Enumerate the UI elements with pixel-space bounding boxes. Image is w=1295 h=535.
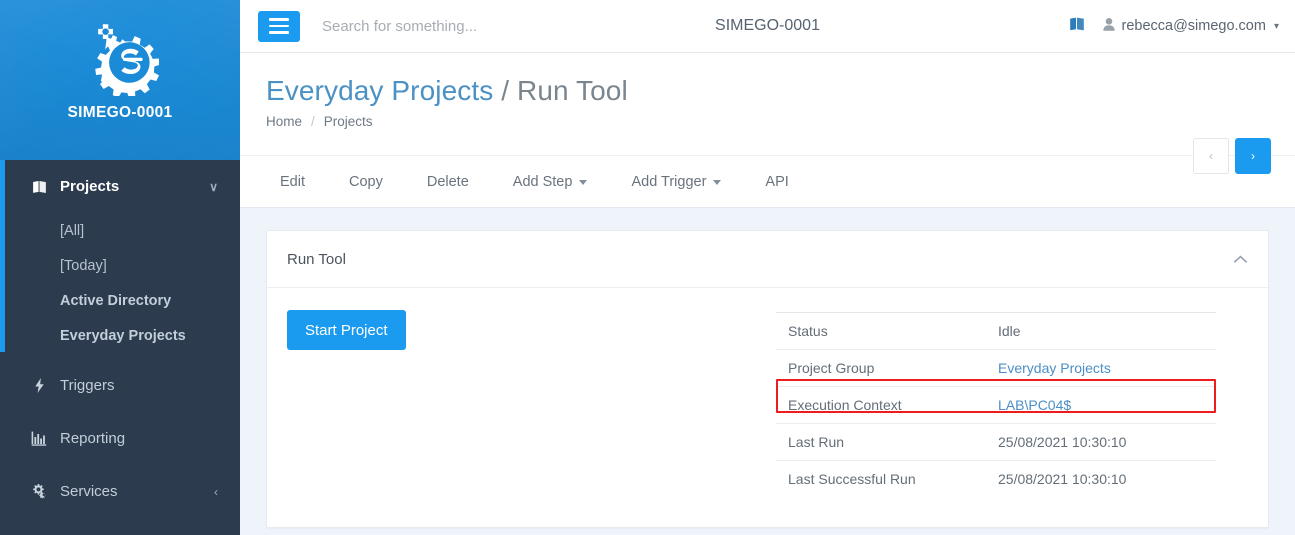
page-title: Everyday Projects / Run Tool (266, 75, 1269, 107)
toolbar-item-label: Copy (349, 173, 383, 190)
bolt-icon (28, 378, 50, 393)
app-root: SIMEGO-0001 Projects ∨ [All] [Today] Act… (0, 0, 1295, 535)
breadcrumb: Home / Projects (266, 114, 1269, 129)
sidebar-item-label: Services (60, 483, 118, 500)
row-key: Last Run (776, 423, 986, 461)
breadcrumb-home[interactable]: Home (266, 114, 302, 129)
chevron-up-icon[interactable] (1233, 252, 1248, 266)
sidebar-subitem-label: [Today] (60, 257, 107, 274)
toolbar-item-add-trigger[interactable]: Add Trigger (609, 155, 743, 208)
page-title-rest: / Run Tool (501, 75, 628, 106)
sidebar-item-services[interactable]: Services ‹ (0, 465, 240, 518)
run-tool-panel: Run Tool Start Project Status Idle Proje… (266, 230, 1269, 528)
search-input[interactable] (322, 17, 622, 35)
detail-table: Status Idle Project Group Everyday Proje… (776, 312, 1216, 497)
toolbar-item-copy[interactable]: Copy (327, 155, 405, 208)
panel-header: Run Tool (267, 231, 1268, 288)
row-value: 25/08/2021 10:30:10 (986, 423, 1216, 461)
table-row: Status Idle (776, 312, 1216, 350)
sidebar-subitem-everyday-projects[interactable]: Everyday Projects (0, 318, 240, 353)
gears-icon (28, 484, 50, 499)
sidebar-item-label: Reporting (60, 430, 126, 447)
table-row: Execution Context LAB\PC04$ (776, 386, 1216, 424)
chevron-down-icon (713, 180, 722, 185)
sidebar-subitem-active-directory[interactable]: Active Directory (0, 283, 240, 318)
row-key: Project Group (776, 349, 986, 387)
toolbar-item-add-step[interactable]: Add Step (491, 155, 610, 208)
toolbar-item-label: API (765, 173, 789, 190)
sidebar-subnav: [All] [Today] Active Directory Everyday … (0, 213, 240, 359)
sidebar-item-triggers[interactable]: Triggers (0, 359, 240, 412)
topbar-right: rebecca@simego.com ▾ (1069, 17, 1279, 35)
sidebar-item-label: Triggers (60, 377, 115, 394)
sidebar-subitem-label: [All] (60, 222, 85, 239)
user-email: rebecca@simego.com (1121, 18, 1266, 34)
chevron-down-icon (579, 180, 588, 185)
toolbar-item-label: Delete (426, 173, 469, 190)
toolbar-item-delete[interactable]: Delete (405, 155, 491, 208)
row-value: 25/08/2021 10:30:10 (986, 460, 1216, 497)
panel-body: Start Project Status Idle Project Group (267, 288, 1268, 527)
user-menu[interactable]: rebecca@simego.com ▾ (1103, 18, 1279, 34)
bar-chart-icon (28, 431, 50, 446)
toolbar-item-label: Add Trigger (631, 173, 707, 190)
detail-table-wrap: Status Idle Project Group Everyday Proje… (776, 312, 1216, 497)
sidebar-item-label: Projects (60, 178, 120, 195)
row-key: Last Successful Run (776, 460, 986, 497)
gear-logo-icon (95, 24, 159, 96)
content-area: Run Tool Start Project Status Idle Proje… (240, 208, 1295, 535)
page-nav-buttons: ‹ › (1193, 138, 1271, 174)
chevron-down-icon: ∨ (209, 179, 218, 194)
previous-button[interactable]: ‹ (1193, 138, 1229, 174)
sidebar-item-projects[interactable]: Projects ∨ (0, 160, 240, 213)
row-key: Execution Context (776, 386, 986, 424)
breadcrumb-projects[interactable]: Projects (324, 114, 373, 129)
sidebar-subitem-label: Active Directory (60, 292, 172, 309)
breadcrumb-separator: / (311, 114, 315, 130)
toolbar-item-label: Edit (280, 173, 305, 190)
toolbar-item-edit[interactable]: Edit (258, 155, 327, 208)
toolbar-item-label: Add Step (512, 173, 573, 190)
sidebar-subitem-today[interactable]: [Today] (0, 248, 240, 283)
main-region: SIMEGO-0001 rebecca@simego.com (240, 0, 1295, 535)
brand-header: SIMEGO-0001 (0, 0, 240, 160)
hamburger-icon[interactable] (258, 10, 300, 42)
action-toolbar: Edit Copy Delete Add Step Add Trigger AP… (240, 155, 1295, 208)
panel-title: Run Tool (287, 250, 346, 268)
row-value: Idle (986, 312, 1216, 350)
chevron-down-icon: ▾ (1273, 20, 1279, 32)
page-head: Everyday Projects / Run Tool Home / Proj… (240, 53, 1295, 174)
sidebar-nav: Projects ∨ [All] [Today] Active Director… (0, 160, 240, 518)
toolbar-item-api[interactable]: API (743, 155, 810, 208)
sidebar: SIMEGO-0001 Projects ∨ [All] [Today] Act… (0, 0, 240, 535)
book-icon[interactable] (1069, 17, 1085, 35)
top-bar: SIMEGO-0001 rebecca@simego.com (240, 0, 1295, 53)
start-project-button[interactable]: Start Project (287, 310, 406, 350)
sidebar-subitem-label: Everyday Projects (60, 327, 186, 344)
book-icon (28, 180, 50, 194)
row-key: Status (776, 312, 986, 350)
row-value[interactable]: LAB\PC04$ (986, 386, 1216, 424)
table-row: Last Run 25/08/2021 10:30:10 (776, 423, 1216, 461)
next-button[interactable]: › (1235, 138, 1271, 174)
user-icon (1103, 18, 1116, 34)
chevron-left-icon: ‹ (214, 484, 218, 499)
brand-name: SIMEGO-0001 (67, 104, 173, 121)
row-value[interactable]: Everyday Projects (986, 349, 1216, 387)
sidebar-item-reporting[interactable]: Reporting (0, 412, 240, 465)
table-row: Project Group Everyday Projects (776, 349, 1216, 387)
table-row: Last Successful Run 25/08/2021 10:30:10 (776, 460, 1216, 497)
sidebar-subitem-all[interactable]: [All] (0, 213, 240, 248)
page-title-accent[interactable]: Everyday Projects (266, 75, 493, 106)
